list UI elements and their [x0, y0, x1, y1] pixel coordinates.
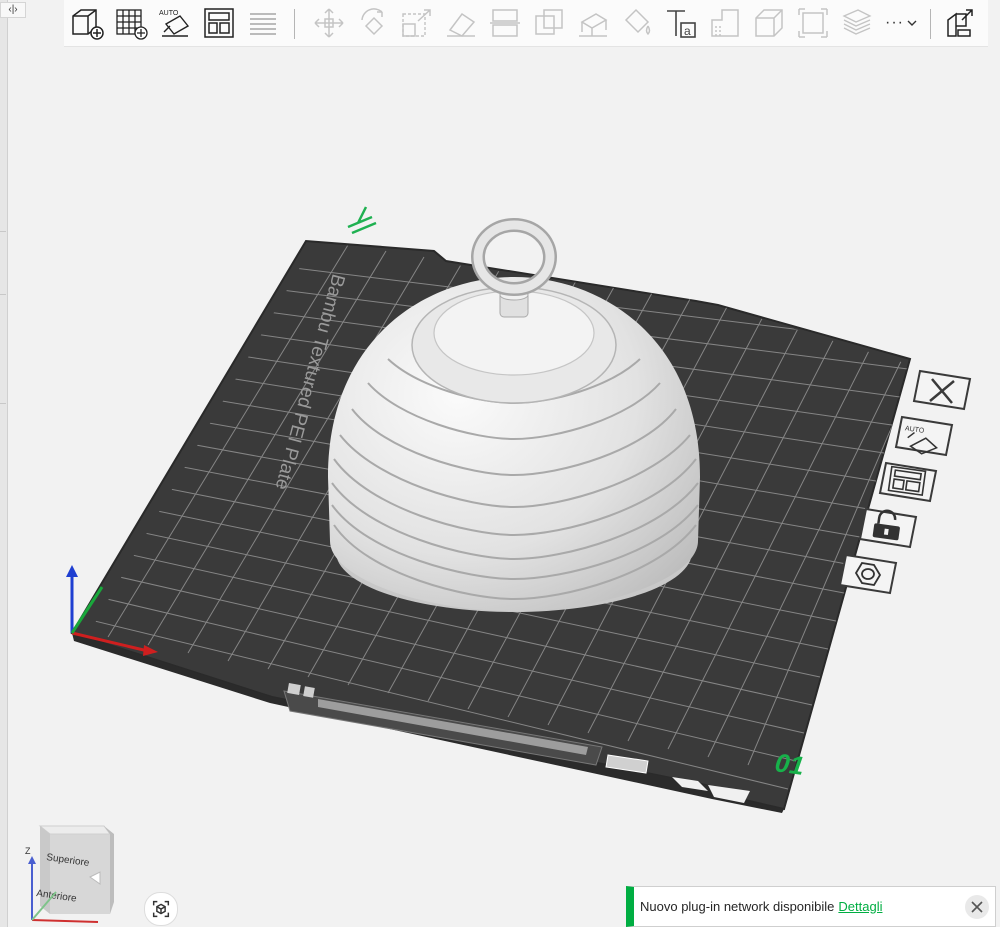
cut-button[interactable]	[486, 4, 524, 42]
support-paint-button[interactable]	[574, 4, 612, 42]
color-paint-button[interactable]	[618, 4, 656, 42]
measure-icon	[755, 9, 783, 37]
notification-toast: Nuovo plug-in network disponibile Dettag…	[626, 886, 996, 927]
more-icon: ···	[885, 14, 904, 31]
seam-icon	[711, 9, 739, 37]
measure-button[interactable]	[750, 4, 788, 42]
boolean-icon	[535, 9, 563, 35]
split-layers-button[interactable]	[244, 4, 282, 42]
cut-icon	[490, 9, 520, 37]
svg-text:AUTO: AUTO	[159, 10, 179, 17]
panel-divider	[0, 403, 6, 404]
text-button[interactable]: a	[662, 4, 700, 42]
lay-on-face-icon	[447, 12, 476, 37]
rotate-icon	[361, 8, 384, 36]
3d-viewport[interactable]: Bambu Textured PEI Plate 01 AUTO	[8, 47, 1000, 927]
notification-message: Nuovo plug-in network disponibile	[640, 899, 835, 914]
svg-text:a: a	[684, 24, 691, 38]
plate-number: 01	[773, 747, 806, 781]
panel-divider	[0, 231, 6, 232]
more-tools-button[interactable]: ···	[878, 4, 924, 42]
layers-icon	[250, 13, 276, 35]
plate-settings-button[interactable]	[838, 553, 898, 595]
seam-button[interactable]	[706, 4, 744, 42]
assembly-button[interactable]	[794, 4, 832, 42]
scale-icon	[402, 9, 431, 37]
auto-orient-button[interactable]: AUTO	[156, 4, 194, 42]
notification-close-button[interactable]	[965, 895, 989, 919]
lock-plate-button[interactable]	[858, 507, 918, 549]
arrange-icon	[204, 8, 234, 38]
add-plate-button[interactable]	[112, 4, 150, 42]
arrange-plate-button[interactable]	[878, 461, 938, 503]
text-icon: a	[667, 10, 696, 38]
grid-plus-icon	[116, 9, 148, 40]
chevron-down-icon	[907, 20, 917, 26]
reset-view-button[interactable]	[144, 892, 178, 926]
auto-orient-icon: AUTO	[159, 10, 190, 37]
lay-on-face-button[interactable]	[442, 4, 480, 42]
variable-layer-icon	[842, 9, 872, 35]
assembly-icon	[798, 8, 828, 38]
paint-bucket-icon	[624, 8, 651, 36]
toolbar-separator	[294, 9, 295, 39]
notification-details-link[interactable]: Dettagli	[838, 899, 882, 914]
view-cube[interactable]: Superiore Anteriore Z	[20, 822, 120, 927]
camera-reset-icon	[152, 900, 170, 918]
split-parts-icon	[947, 9, 973, 37]
variable-layer-button[interactable]	[838, 4, 876, 42]
close-icon	[971, 901, 983, 913]
toolbar-separator	[930, 9, 931, 39]
move-icon	[314, 8, 344, 38]
scale-button[interactable]	[398, 4, 436, 42]
rotate-button[interactable]	[354, 4, 392, 42]
left-panel-edge: ‹|›	[0, 0, 26, 927]
collapse-sidebar-button[interactable]: ‹|›	[0, 2, 26, 18]
add-object-button[interactable]	[68, 4, 106, 42]
cube-plus-icon	[72, 9, 104, 40]
support-paint-icon	[579, 13, 608, 37]
move-button[interactable]	[310, 4, 348, 42]
auto-orient-plate-button[interactable]: AUTO	[894, 415, 954, 457]
delete-plate-button[interactable]	[912, 369, 972, 411]
split-to-parts-button[interactable]	[942, 4, 980, 42]
view-cube-z-label: Z	[25, 846, 31, 856]
panel-divider	[0, 294, 6, 295]
plate-logo-mark	[347, 206, 377, 235]
top-toolbar: AUTO a ···	[64, 0, 988, 47]
boolean-button[interactable]	[530, 4, 568, 42]
arrange-button[interactable]	[200, 4, 238, 42]
